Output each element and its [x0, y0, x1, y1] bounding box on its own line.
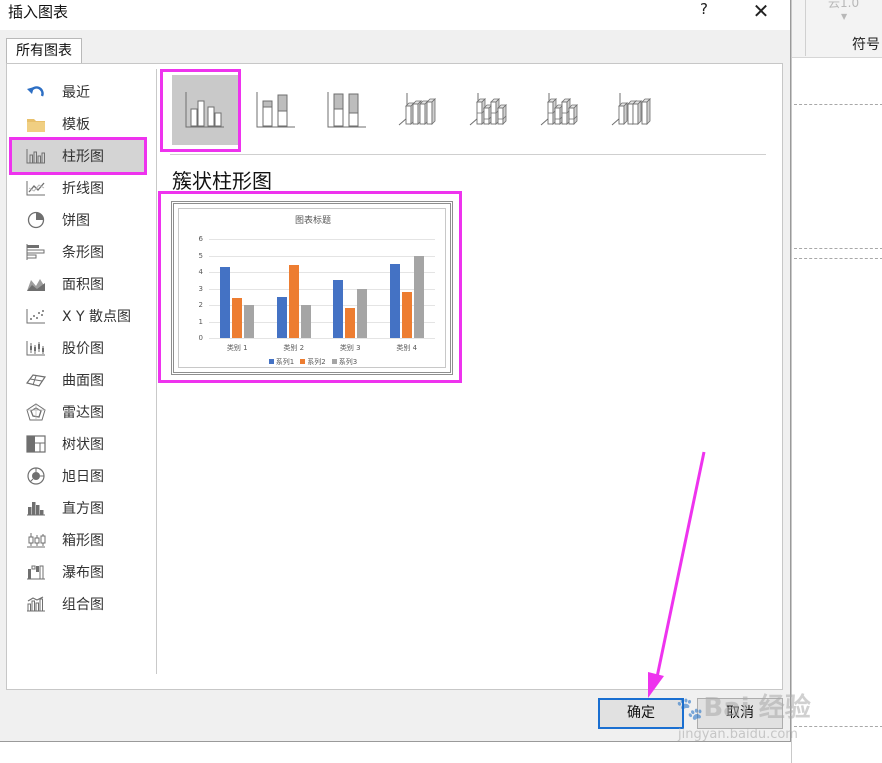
watermark-logo: 🐾Bai 经验: [676, 687, 811, 724]
paw-icon: 🐾: [676, 697, 704, 722]
watermark-url: jingyan.baidu.com: [678, 727, 798, 742]
watermark-logo-text: Bai 经验: [703, 693, 811, 723]
annotation-arrow: [648, 451, 706, 698]
